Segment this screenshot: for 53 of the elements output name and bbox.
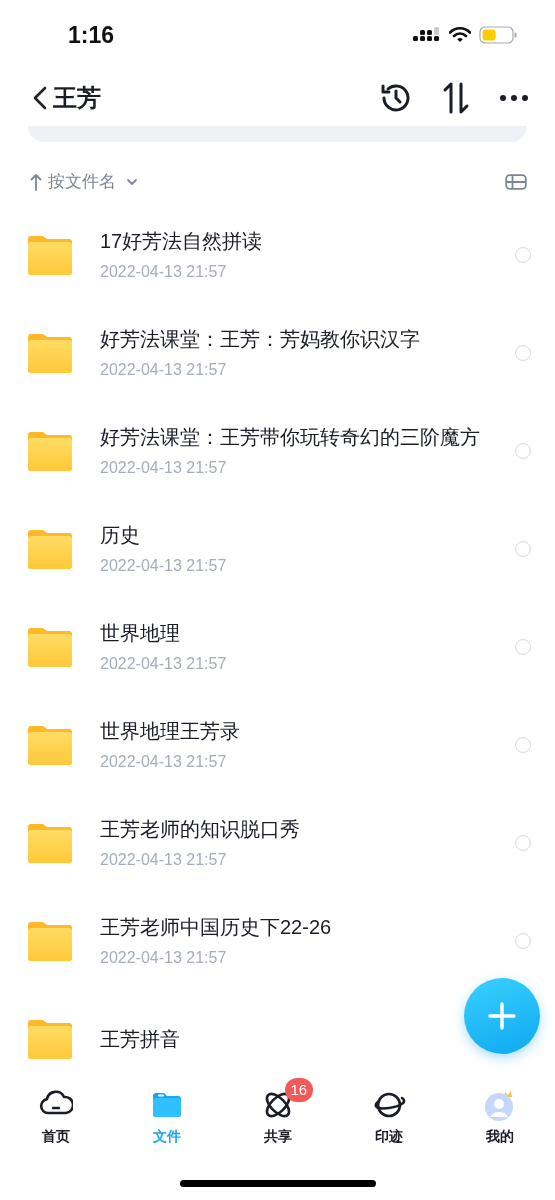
wifi-icon (449, 27, 471, 43)
file-row[interactable]: 世界地理 2022-04-13 21:57 (0, 599, 555, 697)
file-date: 2022-04-13 21:57 (100, 556, 228, 576)
sort-control[interactable]: 按文件名 (30, 170, 138, 193)
file-row[interactable]: 好芳法课堂：王芳带你玩转奇幻的三阶魔方 2022-04-13 21:57 (0, 403, 555, 501)
folder-icon (28, 235, 72, 275)
battery-icon (479, 26, 517, 44)
sort-label: 按文件名 (48, 171, 116, 193)
arrow-up-icon (30, 172, 42, 191)
file-row[interactable]: 王芳老师中国历史下22-26 2022-04-13 21:57 (0, 893, 555, 991)
file-name: 王芳老师的知识脱口秀 (100, 817, 301, 842)
chevron-down-icon (126, 177, 138, 186)
file-date: 2022-04-13 21:57 (100, 850, 228, 870)
file-name: 世界地理王芳录 (100, 719, 241, 744)
file-date: 2022-04-13 21:57 (100, 948, 228, 968)
file-name: 王芳拼音 (100, 1027, 181, 1052)
plus-icon (487, 1001, 517, 1031)
folder-icon (28, 333, 72, 373)
nav-tab[interactable]: 首页 (0, 1080, 111, 1160)
file-name: 好芳法课堂：王芳带你玩转奇幻的三阶魔方 (100, 425, 481, 450)
file-date: 2022-04-13 21:57 (100, 360, 228, 380)
folder-icon (28, 1019, 72, 1059)
file-name: 历史 (100, 523, 141, 548)
folder-icon (28, 529, 72, 569)
file-row[interactable]: 17好芳法自然拼读 2022-04-13 21:57 (0, 207, 555, 305)
folder-icon (28, 431, 72, 471)
signal-icon (413, 27, 441, 43)
count-badge: 16 (284, 1078, 314, 1102)
folder-icon (28, 823, 72, 863)
file-name: 17好芳法自然拼读 (100, 229, 264, 254)
page-title: 王芳 (53, 83, 101, 113)
file-name: 好芳法课堂：王芳：芳妈教你识汉字 (100, 327, 421, 352)
file-date: 2022-04-13 21:57 (100, 752, 228, 772)
view-toggle-icon[interactable] (505, 173, 527, 190)
status-time: 1:16 (68, 21, 116, 49)
nav-tab[interactable]: 16 共享 (222, 1080, 333, 1160)
file-date: 2022-04-13 21:57 (100, 654, 228, 674)
folder-icon (28, 725, 72, 765)
folder-icon (28, 921, 72, 961)
file-name: 王芳老师中国历史下22-26 (100, 915, 333, 940)
file-name: 世界地理 (100, 621, 181, 646)
file-row[interactable]: 好芳法课堂：王芳：芳妈教你识汉字 2022-04-13 21:57 (0, 305, 555, 403)
nav-tab[interactable]: 印迹 (333, 1080, 444, 1160)
file-row[interactable]: 历史 2022-04-13 21:57 (0, 501, 555, 599)
file-date: 2022-04-13 21:57 (100, 458, 228, 478)
folder-icon (28, 627, 72, 667)
more-icon[interactable] (499, 94, 529, 102)
back-icon[interactable] (33, 86, 47, 110)
file-row[interactable]: 王芳老师的知识脱口秀 2022-04-13 21:57 (0, 795, 555, 893)
file-date: 2022-04-13 21:57 (100, 262, 228, 282)
nav-tab[interactable]: 我的 (444, 1080, 555, 1160)
add-button[interactable] (464, 978, 540, 1054)
file-row[interactable]: 世界地理王芳录 2022-04-13 21:57 (0, 697, 555, 795)
